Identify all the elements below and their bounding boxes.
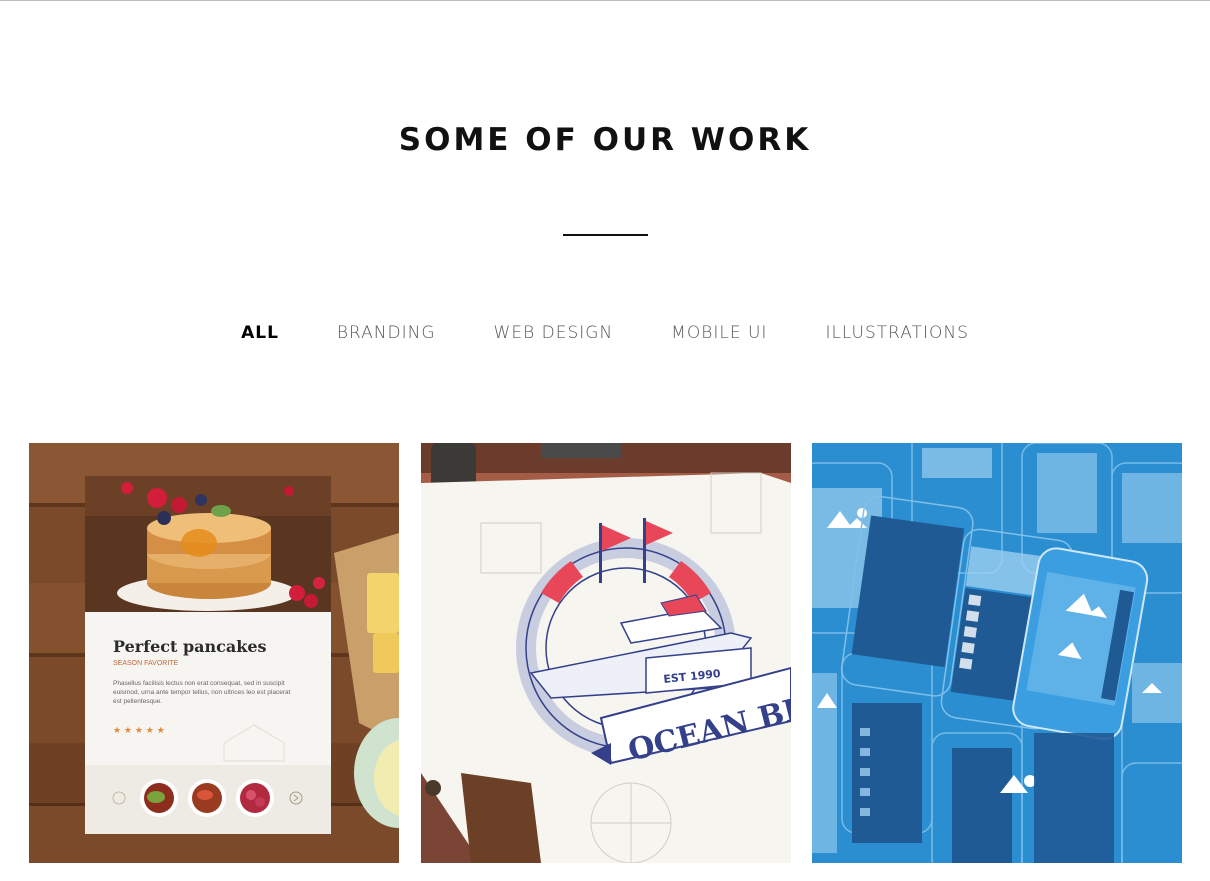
portfolio-item-ocean-blue[interactable]: EST 1990 OCEAN BLUE (421, 443, 791, 863)
portfolio-grid: Perfect pancakes SEASON FAVORITE Phasell… (29, 443, 1182, 863)
svg-text:★ ★ ★ ★ ★: ★ ★ ★ ★ ★ (113, 726, 165, 736)
card-text: Phasellus facilisis lectus non erat cons… (113, 680, 291, 705)
pancakes-image: Perfect pancakes SEASON FAVORITE Phasell… (29, 443, 399, 863)
card-title: Perfect pancakes (113, 637, 267, 656)
section-title: SOME OF OUR WORK (398, 122, 812, 158)
portfolio-item-mobile-ui[interactable] (812, 443, 1182, 863)
portfolio-filter-nav: ALL BRANDING WEB DESIGN MOBILE UI ILLUST… (0, 318, 1210, 348)
card-text-wrapper: Phasellus facilisis lectus non erat cons… (113, 680, 291, 705)
ocean-blue-image: EST 1990 OCEAN BLUE (421, 443, 791, 863)
title-divider (563, 234, 648, 236)
rating-stars: ★ ★ ★ ★ ★ (113, 726, 165, 736)
filter-branding[interactable]: BRANDING (308, 323, 465, 343)
top-border (0, 0, 1210, 1)
filter-mobile-ui[interactable]: MOBILE UI (642, 323, 796, 343)
filter-all[interactable]: ALL (212, 323, 308, 343)
card-subtitle: SEASON FAVORITE (113, 660, 179, 667)
filter-web-design[interactable]: WEB DESIGN (465, 323, 643, 343)
mobile-ui-image (812, 443, 1182, 863)
portfolio-item-pancakes[interactable]: Perfect pancakes SEASON FAVORITE Phasell… (29, 443, 399, 863)
filter-illustrations[interactable]: ILLUSTRATIONS (796, 323, 997, 343)
